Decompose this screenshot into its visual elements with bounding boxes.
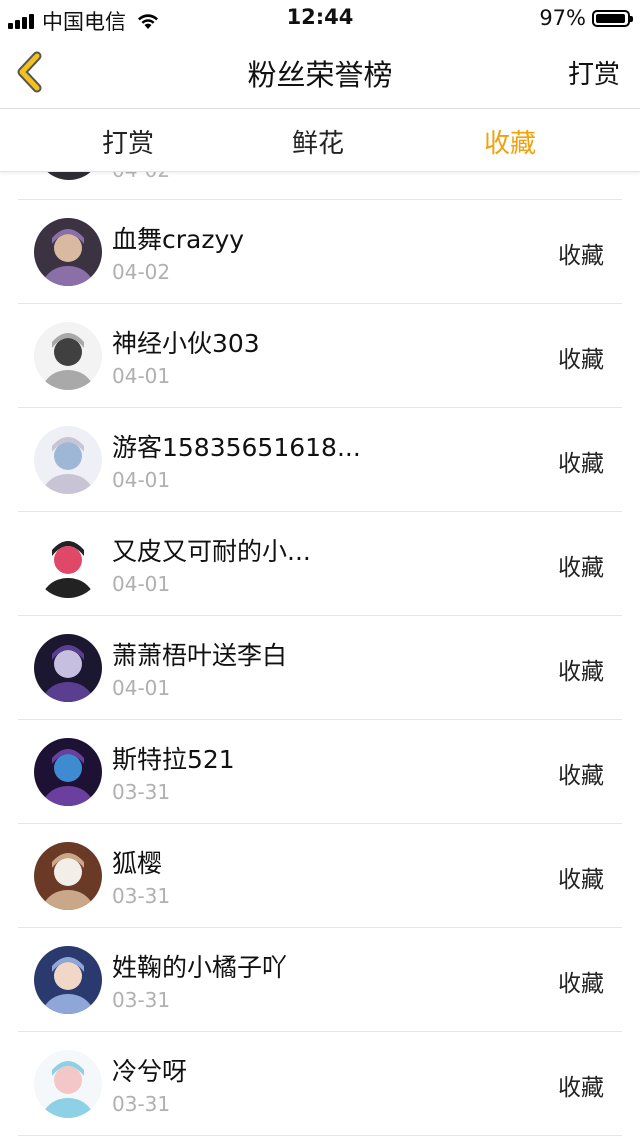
list-item-date: 04-02 xyxy=(112,260,171,284)
list-item[interactable]: 萧萧梧叶送李白 04-01 收藏 xyxy=(0,616,640,720)
list-item-date: 03-31 xyxy=(112,884,171,908)
list-item-name: 游客15835651618... xyxy=(112,433,361,462)
avatar[interactable] xyxy=(34,946,102,1014)
avatar-image xyxy=(34,322,102,390)
list-item[interactable]: 血舞crazyy 04-02 收藏 xyxy=(0,200,640,304)
list-item[interactable]: 姓鞠的小橘子吖 03-31 收藏 xyxy=(0,928,640,1032)
tab-flowers[interactable]: 鲜花 xyxy=(258,123,378,160)
list-item[interactable]: 狐樱 03-31 收藏 xyxy=(0,824,640,928)
avatar-image xyxy=(34,946,102,1014)
list-item-date: 04-01 xyxy=(112,364,171,388)
divider xyxy=(18,1135,622,1136)
list-item[interactable]: 游客15835651618... 04-01 收藏 xyxy=(0,408,640,512)
list-item-date: 04-01 xyxy=(112,572,171,596)
list-item-type: 收藏 xyxy=(558,243,604,269)
list-item-type: 收藏 xyxy=(558,1075,604,1101)
avatar-image xyxy=(34,634,102,702)
avatar-image xyxy=(34,738,102,806)
list-item-name: 斯特拉521 xyxy=(112,745,235,774)
list-item-name: 狐樱 xyxy=(112,849,163,878)
list-item[interactable]: 斯特拉521 03-31 收藏 xyxy=(0,720,640,824)
avatar[interactable] xyxy=(34,1050,102,1118)
list-item[interactable]: 冷兮呀 03-31 收藏 xyxy=(0,1032,640,1136)
avatar[interactable] xyxy=(34,218,102,286)
list-item-type: 收藏 xyxy=(558,763,604,789)
list-item-date: 03-31 xyxy=(112,1092,171,1116)
avatar-image xyxy=(34,1050,102,1118)
page-title: 粉丝荣誉榜 xyxy=(247,58,393,92)
list-item-type: 收藏 xyxy=(558,971,604,997)
list-item-type: 收藏 xyxy=(558,555,604,581)
avatar[interactable] xyxy=(34,530,102,598)
avatar-image xyxy=(34,842,102,910)
avatar-image xyxy=(34,426,102,494)
battery-icon xyxy=(592,9,633,27)
list-item-name: 姓鞠的小橘子吖 xyxy=(112,953,288,982)
avatar[interactable] xyxy=(34,842,102,910)
list-item-date: 04-01 xyxy=(112,676,171,700)
nav-bar: 粉丝荣誉榜 打赏 xyxy=(0,36,640,109)
avatar[interactable] xyxy=(34,426,102,494)
avatar-image xyxy=(34,530,102,598)
list-item[interactable]: 又皮又可耐的小... 04-01 收藏 xyxy=(0,512,640,616)
avatar[interactable] xyxy=(34,322,102,390)
list-item-type: 收藏 xyxy=(558,451,604,477)
avatar[interactable] xyxy=(34,738,102,806)
battery-percent: 97% xyxy=(539,6,586,30)
tab-favorites[interactable]: 收藏 xyxy=(450,123,570,160)
list-item-type: 收藏 xyxy=(558,867,604,893)
list-item-name: 血舞crazyy xyxy=(112,225,245,254)
status-bar: 中国电信 12:44 97% xyxy=(0,0,640,36)
list-item-name: 萧萧梧叶送李白 xyxy=(112,641,288,670)
avatar xyxy=(36,172,102,180)
list-item-partial[interactable]: 04-02 xyxy=(0,172,640,200)
list-item-type: 收藏 xyxy=(558,659,604,685)
list-item-date: 03-31 xyxy=(112,988,171,1012)
list-item-name: 神经小伙303 xyxy=(112,329,260,358)
list-item-name: 又皮又可耐的小... xyxy=(112,537,311,566)
list-item-date: 04-02 xyxy=(112,172,170,182)
fan-list[interactable]: 04-02 血舞crazyy04-02收藏神经小伙30304-01收藏游客158… xyxy=(0,172,640,1139)
list-item-type: 收藏 xyxy=(558,347,604,373)
avatar-image xyxy=(34,218,102,286)
list-item-date: 04-01 xyxy=(112,468,171,492)
status-bar-right: 97% xyxy=(539,6,633,30)
list-item[interactable]: 神经小伙303 04-01 收藏 xyxy=(0,304,640,408)
battery-level xyxy=(596,13,626,23)
list-item-date: 03-31 xyxy=(112,780,171,804)
avatar[interactable] xyxy=(34,634,102,702)
reward-button[interactable]: 打赏 xyxy=(568,54,620,91)
tab-bar: 打赏 鲜花 收藏 xyxy=(0,109,640,172)
tab-reward[interactable]: 打赏 xyxy=(68,123,188,160)
list-item-name: 冷兮呀 xyxy=(112,1057,188,1086)
